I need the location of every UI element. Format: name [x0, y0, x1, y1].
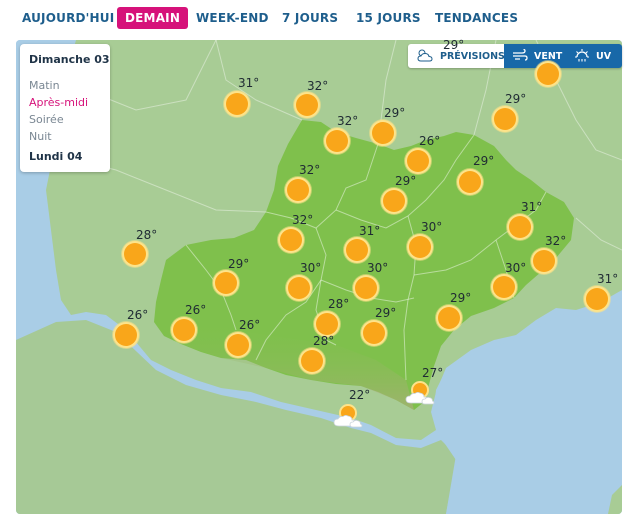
temp-label: 29° [473, 154, 495, 168]
temp-label: 32° [299, 163, 321, 177]
sun-icon[interactable] [493, 276, 515, 298]
temp-label: 29° [505, 92, 527, 106]
period-soiree[interactable]: Soirée [29, 113, 64, 126]
sun-icon[interactable] [288, 277, 310, 299]
day-period-panel: Dimanche 03 Matin Après-midi Soirée Nuit… [20, 44, 110, 172]
temp-label: 30° [367, 261, 389, 275]
sun-icon[interactable] [287, 179, 309, 201]
layer-uv-label: UV [596, 50, 612, 62]
day-title-monday[interactable]: Lundi 04 [29, 150, 82, 163]
sun-icon[interactable] [227, 334, 249, 356]
layer-previsions-label: PRÉVISIONS [440, 50, 505, 62]
uv-sun-icon [574, 48, 590, 65]
sun-icon[interactable] [383, 190, 405, 212]
temp-label: 31° [238, 76, 260, 90]
temp-label: 28° [313, 334, 335, 348]
sun-icon[interactable] [280, 229, 302, 251]
sun-icon[interactable] [586, 288, 608, 310]
temp-label: 31° [521, 200, 543, 214]
tab-demain[interactable]: DEMAIN [117, 7, 189, 29]
temp-label: 26° [185, 303, 207, 317]
period-apres-midi[interactable]: Après-midi [29, 96, 88, 109]
temp-label: 27° [422, 366, 444, 380]
temp-label: 28° [136, 228, 158, 242]
tab-aujourdhui[interactable]: AUJOURD'HUI [22, 7, 114, 29]
sun-icon[interactable] [296, 94, 318, 116]
map-layer-toggle: PRÉVISIONS VENT UV [408, 44, 622, 68]
wind-icon [512, 48, 528, 64]
sun-icon[interactable] [326, 130, 348, 152]
sun-icon[interactable] [173, 319, 195, 341]
temp-label: 28° [328, 297, 350, 311]
sun-icon[interactable] [459, 171, 481, 193]
forecast-period-tabs: AUJOURD'HUI DEMAIN WEEK-END 7 JOURS 15 J… [0, 0, 632, 36]
day-title-sunday[interactable]: Dimanche 03 [29, 53, 110, 66]
sun-icon[interactable] [438, 307, 460, 329]
sun-icon[interactable] [226, 93, 248, 115]
temp-label: 26° [239, 318, 261, 332]
sun-icon[interactable] [409, 236, 431, 258]
sun-icon[interactable] [494, 108, 516, 130]
sun-icon[interactable] [533, 250, 555, 272]
temp-label: 26° [419, 134, 441, 148]
temp-label: 29° [443, 38, 465, 52]
period-matin[interactable]: Matin [29, 79, 60, 92]
sun-icon[interactable] [301, 350, 323, 372]
temp-label: 31° [359, 224, 381, 238]
temp-label: 29° [375, 306, 397, 320]
cloud-sun-icon[interactable] [403, 381, 437, 405]
tab-week-end[interactable]: WEEK-END [196, 7, 269, 29]
temp-label: 29° [450, 291, 472, 305]
temp-label: 29° [228, 257, 250, 271]
layer-vent-button[interactable]: VENT [504, 44, 566, 68]
sun-icon[interactable] [372, 122, 394, 144]
layer-uv-button[interactable]: UV [566, 44, 622, 68]
temp-label: 26° [127, 308, 149, 322]
temp-label: 32° [337, 114, 359, 128]
sun-icon[interactable] [316, 313, 338, 335]
temp-label: 32° [292, 213, 314, 227]
tab-7-jours[interactable]: 7 JOURS [282, 7, 338, 29]
cloud-sun-icon[interactable] [331, 404, 365, 428]
temp-label: 32° [307, 79, 329, 93]
period-nuit[interactable]: Nuit [29, 130, 52, 143]
layer-vent-label: VENT [534, 50, 563, 62]
temp-label: 30° [421, 220, 443, 234]
sun-icon[interactable] [363, 322, 385, 344]
temp-label: 22° [349, 388, 371, 402]
sun-icon[interactable] [355, 277, 377, 299]
sun-icon[interactable] [407, 150, 429, 172]
temp-label: 31° [597, 272, 619, 286]
tab-tendances[interactable]: TENDANCES [435, 7, 518, 29]
tab-15-jours[interactable]: 15 JOURS [356, 7, 421, 29]
temp-label: 30° [300, 261, 322, 275]
temp-label: 29° [384, 106, 406, 120]
sun-icon[interactable] [115, 324, 137, 346]
temp-label: 29° [395, 174, 417, 188]
temp-label: 32° [545, 234, 567, 248]
cloud-sun-icon [416, 48, 434, 65]
sun-icon[interactable] [124, 243, 146, 265]
temp-label: 30° [505, 261, 527, 275]
sun-icon[interactable] [346, 239, 368, 261]
sun-icon[interactable] [215, 272, 237, 294]
sun-icon[interactable] [509, 216, 531, 238]
sun-icon[interactable] [537, 63, 559, 85]
